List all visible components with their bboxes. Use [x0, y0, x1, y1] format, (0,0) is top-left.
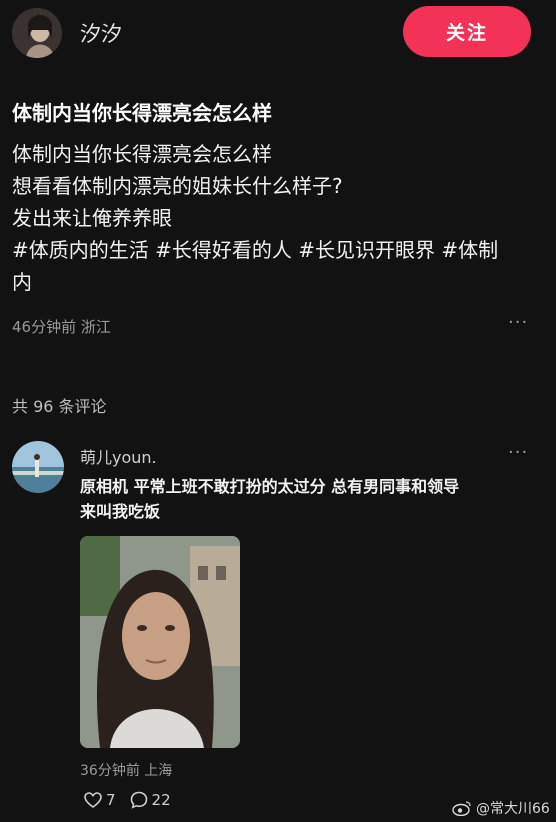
reply-button[interactable]: 22 [130, 791, 171, 809]
reply-count: 22 [151, 791, 171, 809]
author-avatar[interactable] [12, 8, 62, 58]
post-line: 发出来让俺养养眼 [12, 206, 172, 230]
watermark-text: @常大川66 [476, 801, 550, 817]
post-line: 体制内当你长得漂亮会怎么样 [12, 142, 272, 166]
post-meta: 46分钟前 浙江 [12, 318, 111, 336]
author-name[interactable]: 汐汐 [80, 18, 122, 48]
comments-count: 共 96 条评论 [12, 397, 107, 416]
comment-meta: 36分钟前 上海 [80, 763, 173, 779]
comment-photo[interactable] [80, 536, 240, 748]
comment-bubble-icon [130, 791, 147, 809]
post-tags-cont[interactable]: 内 [12, 266, 532, 298]
like-button[interactable]: 7 [84, 791, 116, 809]
commenter-name[interactable]: 萌儿youn. [80, 444, 157, 468]
heart-icon [84, 792, 102, 808]
follow-button[interactable]: 关注 [403, 6, 531, 57]
comment-actions: 7 22 [84, 791, 171, 809]
like-count: 7 [106, 791, 116, 809]
comment-more-button[interactable]: ··· [508, 442, 528, 463]
post-title: 体制内当你长得漂亮会怎么样 [12, 101, 272, 125]
post-body: 体制内当你长得漂亮会怎么样 想看看体制内漂亮的姐妹长什么样子? 发出来让俺养养眼… [12, 138, 532, 298]
post-line: 想看看体制内漂亮的姐妹长什么样子? [12, 174, 343, 198]
watermark: @常大川66 [452, 798, 550, 818]
post-more-button[interactable]: ··· [508, 312, 528, 333]
commenter-avatar[interactable] [12, 441, 64, 493]
comment-line: 原相机 平常上班不敢打扮的太过分 总有男同事和领导 [80, 477, 460, 496]
post-tags[interactable]: #体质内的生活 #长得好看的人 #长见识开眼界 #体制 [12, 234, 532, 266]
weibo-icon [452, 801, 471, 816]
comment-line: 来叫我吃饭 [80, 502, 161, 521]
comment-text: 原相机 平常上班不敢打扮的太过分 总有男同事和领导 来叫我吃饭 [80, 474, 530, 524]
